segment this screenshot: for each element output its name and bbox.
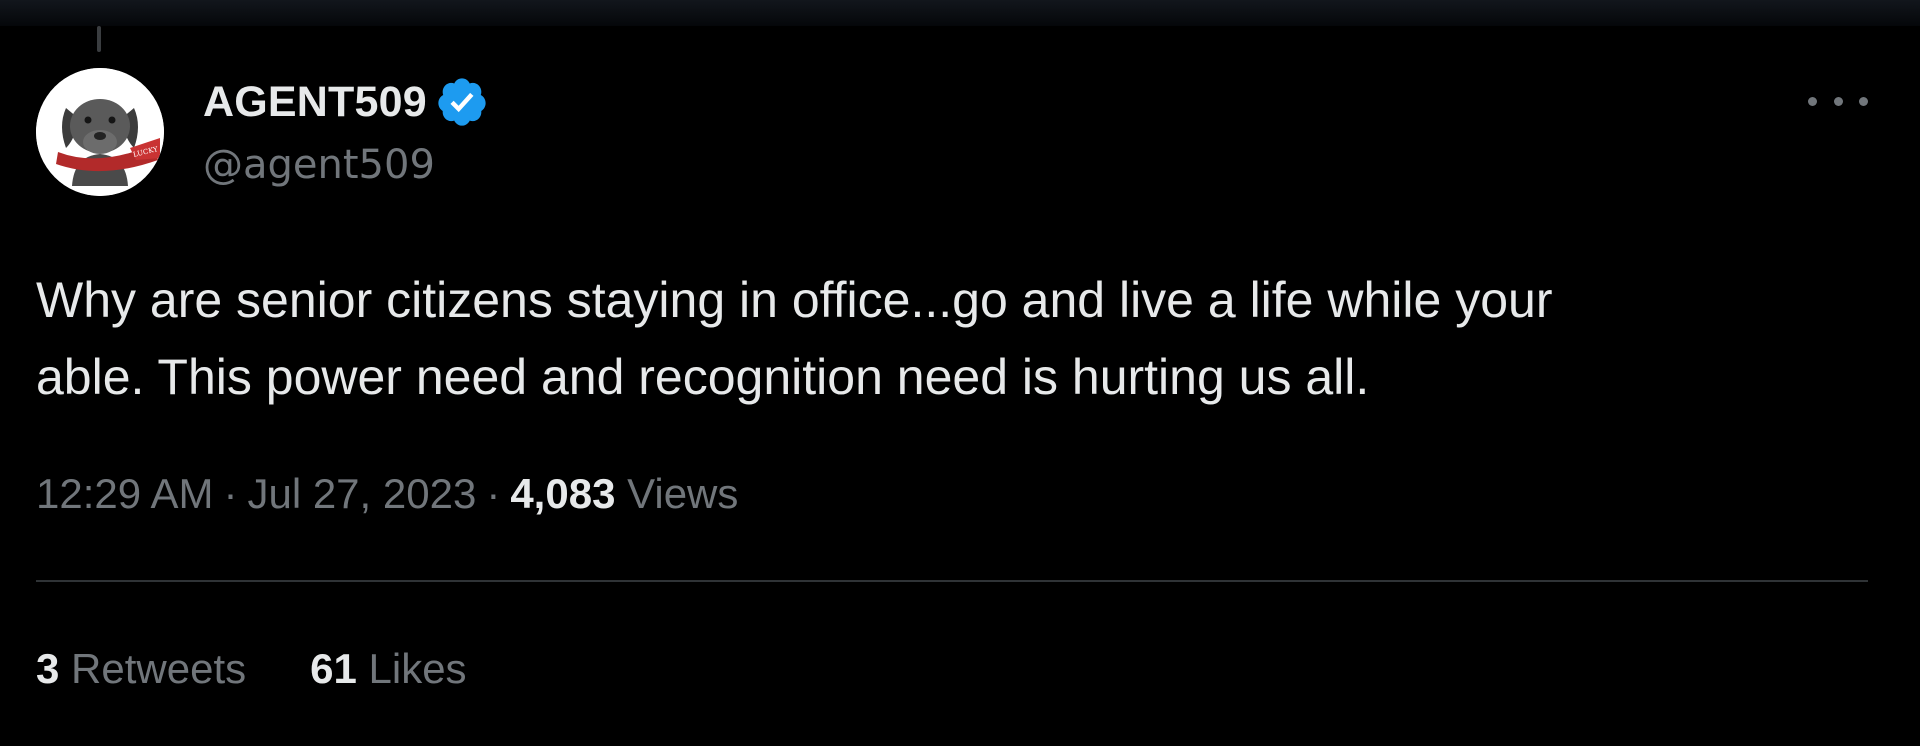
avatar[interactable]: LUCKY — [36, 68, 164, 196]
user-name-row: AGENT509 — [203, 74, 489, 130]
retweets-label: Retweets — [71, 645, 247, 692]
more-dot-icon — [1859, 96, 1868, 106]
top-strip — [0, 0, 1920, 26]
dog-avatar-icon: LUCKY — [36, 68, 164, 196]
tweet-text: Why are senior citizens staying in offic… — [36, 262, 1856, 416]
retweets-stat[interactable]: 3 Retweets — [36, 645, 246, 693]
more-dot-icon — [1808, 96, 1817, 106]
likes-count: 61 — [310, 645, 357, 692]
tweet-date[interactable]: Jul 27, 2023 — [247, 470, 476, 517]
tweet-time[interactable]: 12:29 AM — [36, 470, 213, 517]
tweet-text-line: able. This power need and recognition ne… — [36, 349, 1370, 405]
more-options-button[interactable] — [1808, 86, 1868, 116]
verified-badge-icon — [435, 75, 489, 129]
meta-separator: · — [486, 470, 501, 517]
meta-separator: · — [223, 470, 238, 517]
user-handle[interactable]: @agent509 — [203, 142, 435, 188]
tweet-text-line: Why are senior citizens staying in offic… — [36, 272, 1553, 328]
likes-stat[interactable]: 61 Likes — [310, 645, 466, 693]
views-count: 4,083 — [510, 470, 616, 517]
views-label: Views — [627, 470, 739, 517]
retweets-count: 3 — [36, 645, 60, 692]
more-dot-icon — [1833, 96, 1843, 106]
tweet-meta: 12:29 AM · Jul 27, 2023 · 4,083 Views — [36, 470, 738, 518]
divider — [36, 580, 1868, 582]
likes-label: Likes — [368, 645, 467, 692]
display-name[interactable]: AGENT509 — [203, 78, 427, 127]
thread-connector-line — [97, 26, 101, 52]
engagement-stats: 3 Retweets 61 Likes — [36, 645, 467, 693]
